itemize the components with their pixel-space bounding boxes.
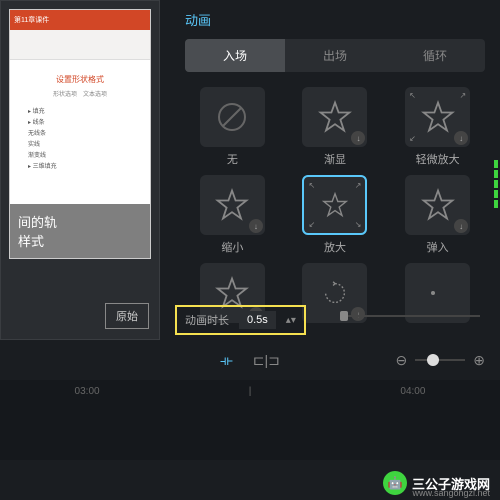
anim-fade[interactable]: 渐显 xyxy=(288,87,383,167)
anim-slight-zoom[interactable]: ↖↗↙↘ 轻微放大 xyxy=(390,87,485,167)
ppt-sidebar-title: 设置形状格式 xyxy=(20,74,140,85)
anim-bounce[interactable]: 弹入 xyxy=(390,175,485,255)
anim-label: 无 xyxy=(227,151,238,167)
zoom-control: ⊖ ⊕ xyxy=(396,352,485,369)
zoom-thumb[interactable] xyxy=(427,354,439,366)
ppt-ribbon-title: 第11章课件 xyxy=(14,15,49,25)
star-icon xyxy=(420,187,456,223)
magnet-icon[interactable]: ⟛ xyxy=(220,352,233,369)
rotate-icon xyxy=(320,278,350,308)
ppt-opt: 文本选项 xyxy=(83,89,107,98)
anim-label: 渐显 xyxy=(324,151,346,167)
time-mark: 03:00 xyxy=(75,386,100,397)
duration-control: 动画时长 0.5s ▴▾ xyxy=(175,305,306,335)
anim-label: 弹入 xyxy=(427,239,449,255)
zoom-slider[interactable] xyxy=(415,359,465,361)
download-icon xyxy=(249,219,263,233)
anim-none[interactable]: 无 xyxy=(185,87,280,167)
watermark-url: www.sangongzi.net xyxy=(412,488,490,498)
overlay-line: 样式 xyxy=(18,231,142,250)
slider-thumb[interactable] xyxy=(340,311,348,321)
overlay-line: 间的轨 xyxy=(18,212,142,231)
original-button[interactable]: 原始 xyxy=(105,303,149,329)
ppt-thumbnail[interactable]: 第11章课件 设置形状格式 形状选项 文本选项 ▸ 填充 ▸ 线条 无线条 实线… xyxy=(9,9,151,259)
download-icon xyxy=(454,219,468,233)
time-ruler: 03:00 | 04:00 xyxy=(0,380,500,397)
star-icon xyxy=(317,99,353,135)
download-icon xyxy=(351,307,365,321)
zoom-in-icon[interactable]: ⊕ xyxy=(473,352,485,369)
list-item: ▸ 填充 xyxy=(20,106,140,115)
ppt-content: 设置形状格式 形状选项 文本选项 ▸ 填充 ▸ 线条 无线条 实线 渐变线 ▸ … xyxy=(10,60,150,182)
anim-label: 缩小 xyxy=(221,239,243,255)
tab-enter[interactable]: 入场 xyxy=(185,39,285,72)
ppt-list: ▸ 填充 ▸ 线条 无线条 实线 渐变线 ▸ 三维填充 xyxy=(20,106,140,170)
timeline-toolbar: ⟛ ⊏|⊐ ⊖ ⊕ xyxy=(0,345,500,375)
overlay-caption: 间的轨 样式 xyxy=(10,204,150,258)
duration-slider[interactable] xyxy=(340,315,480,317)
tab-exit[interactable]: 出场 xyxy=(285,39,385,72)
anim-shrink[interactable]: 缩小 xyxy=(185,175,280,255)
list-item: 实线 xyxy=(20,139,140,148)
list-item: ▸ 三维填充 xyxy=(20,161,140,170)
ppt-toolbar xyxy=(10,30,150,60)
time-mark: | xyxy=(249,386,252,397)
list-item: 无线条 xyxy=(20,128,140,137)
download-icon xyxy=(351,131,365,145)
level-indicator xyxy=(494,160,498,208)
watermark-logo-icon xyxy=(383,471,407,495)
duration-value[interactable]: 0.5s xyxy=(239,311,276,329)
animation-tabs: 入场 出场 循环 xyxy=(185,39,485,72)
panel-title: 动画 xyxy=(170,0,500,39)
expand-arrows-icon: ↖↗↙↘ xyxy=(308,181,361,229)
duration-label: 动画时长 xyxy=(185,312,229,328)
split-icon[interactable]: ⊏|⊐ xyxy=(253,352,280,369)
anim-extra3[interactable] xyxy=(390,263,485,323)
zoom-out-icon[interactable]: ⊖ xyxy=(396,352,408,369)
list-item: 渐变线 xyxy=(20,150,140,159)
none-icon xyxy=(216,101,248,133)
list-item: ▸ 线条 xyxy=(20,117,140,126)
timeline[interactable]: 03:00 | 04:00 xyxy=(0,380,500,460)
time-mark: 04:00 xyxy=(400,386,425,397)
preview-panel: 第11章课件 设置形状格式 形状选项 文本选项 ▸ 填充 ▸ 线条 无线条 实线… xyxy=(0,0,160,340)
anim-zoom[interactable]: ↖↗↙↘ 放大 xyxy=(288,175,383,255)
ppt-opt: 形状选项 xyxy=(53,89,77,98)
dot-icon xyxy=(428,283,448,303)
anim-label: 放大 xyxy=(324,239,346,255)
tab-loop[interactable]: 循环 xyxy=(385,39,485,72)
star-icon xyxy=(214,187,250,223)
animation-grid: 无 渐显 ↖↗↙↘ 轻微放大 缩小 ↖↗↙↘ xyxy=(170,87,500,323)
ppt-ribbon: 第11章课件 xyxy=(10,10,150,30)
animation-panel: 动画 入场 出场 循环 无 渐显 ↖↗↙↘ 轻微放大 xyxy=(170,0,500,340)
anim-label: 轻微放大 xyxy=(416,151,460,167)
duration-stepper[interactable]: ▴▾ xyxy=(286,315,296,326)
